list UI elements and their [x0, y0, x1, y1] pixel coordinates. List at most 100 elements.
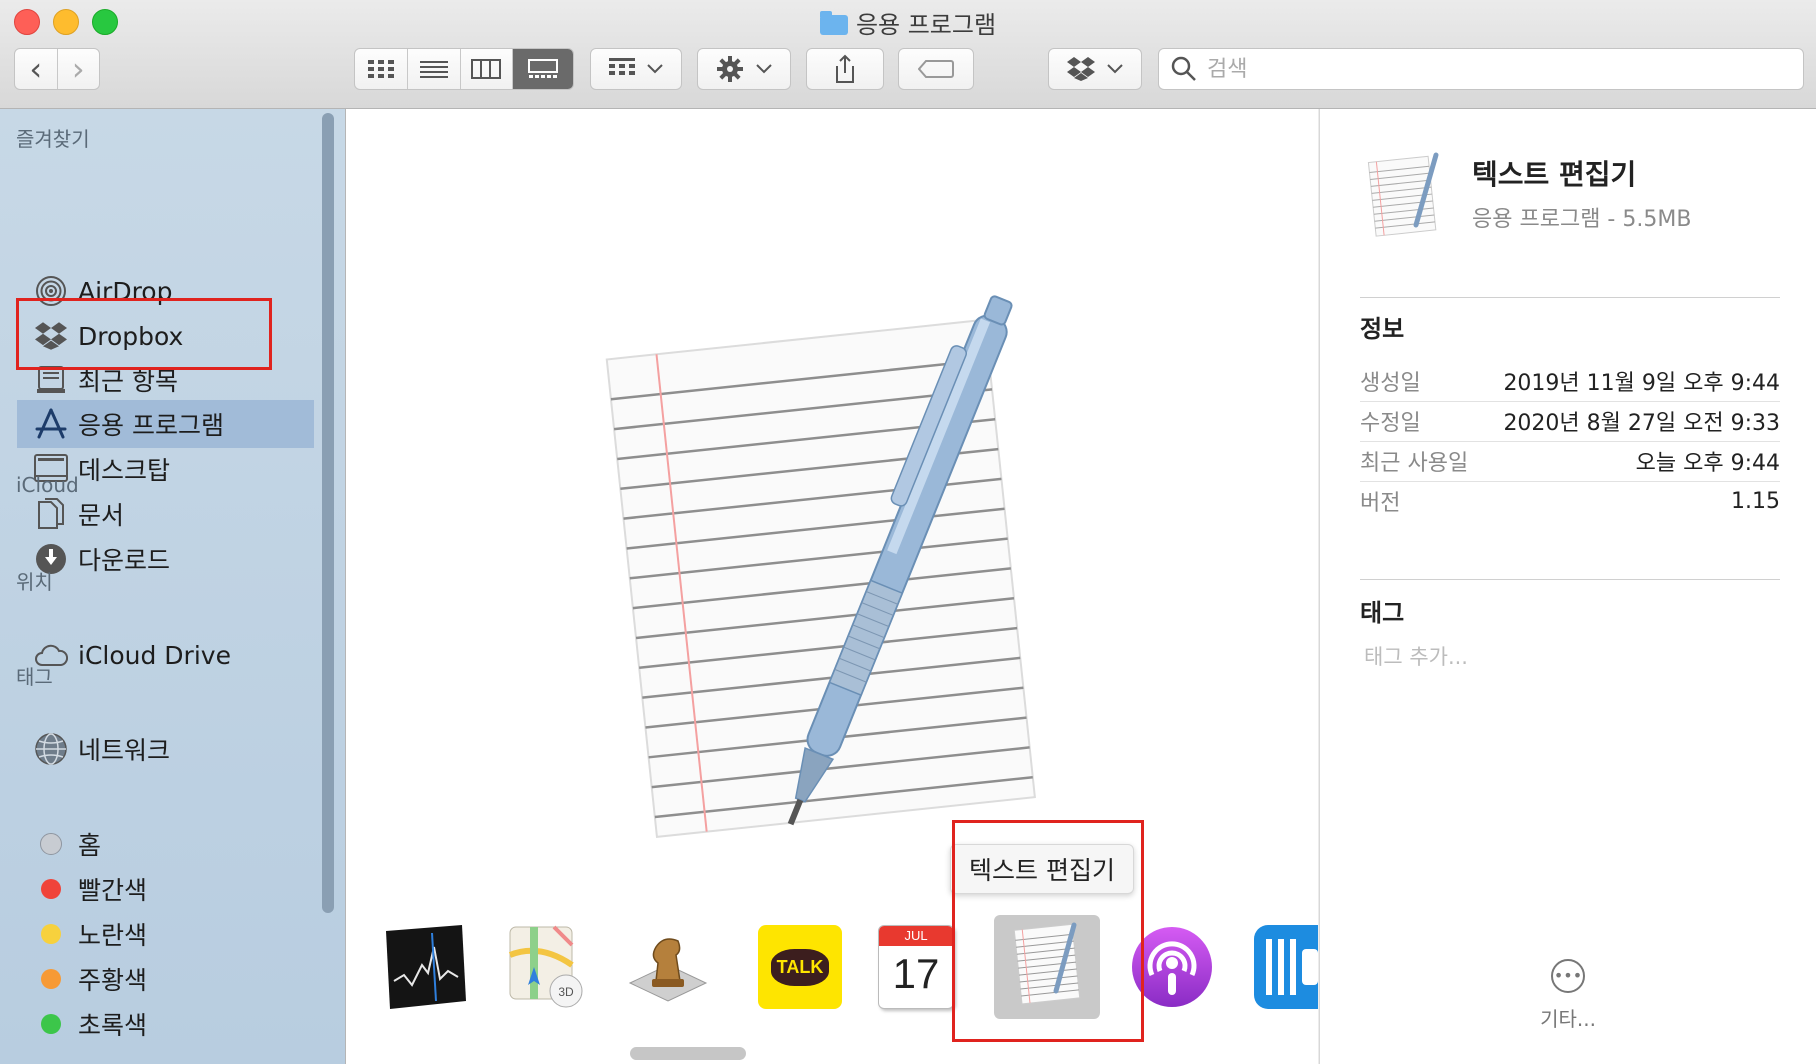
more-ellipsis-icon: ••• [1551, 959, 1585, 993]
textedit-file-icon [1367, 152, 1439, 237]
column-view-icon [471, 59, 502, 79]
info-row-version: 버전 1.15 [1360, 481, 1780, 521]
icon-view-icon [367, 60, 394, 78]
stocks-app-icon[interactable] [382, 925, 466, 1009]
view-mode-segment [354, 48, 574, 90]
inspector-panel: 텍스트 편집기 응용 프로그램 - 5.5MB 정보 생성일 2019년 11월… [1319, 109, 1816, 1064]
inspector-tags-heading: 태그 [1360, 599, 1405, 627]
sidebar-item-label: 문서 [78, 501, 125, 530]
gallery-view: 텍스트 편집기 3D TALK JUL 17 [346, 109, 1318, 1064]
calendar-month: JUL [879, 926, 953, 946]
kakaotalk-label: TALK [770, 948, 830, 986]
more-button[interactable]: ••• 기타... [1536, 959, 1600, 1032]
share-button[interactable] [806, 48, 884, 90]
gear-icon [717, 56, 743, 82]
window-title-text: 응용 프로그램 [855, 11, 997, 39]
forward-arrow-icon: › [71, 50, 85, 88]
calendar-day: 17 [892, 950, 940, 997]
calendar-app-icon[interactable]: JUL 17 [878, 925, 954, 1009]
sidebar-tag-red[interactable]: 빨간색 [0, 865, 314, 913]
inspector-kind-size: 응용 프로그램 - 5.5MB [1472, 207, 1692, 232]
info-key: 생성일 [1360, 371, 1421, 396]
add-tags-field[interactable]: 태그 추가... [1364, 641, 1468, 671]
list-view-icon [419, 61, 448, 78]
tag-color-dot-icon [34, 827, 68, 861]
chevron-down-icon [756, 64, 772, 74]
app-stripes-icon [1266, 939, 1318, 995]
dropbox-icon [1067, 57, 1095, 81]
group-icon [609, 58, 635, 75]
dropbox-menu-button[interactable] [1048, 48, 1142, 90]
chevron-down-icon [1107, 64, 1123, 74]
inspector-file-name: 텍스트 편집기 [1472, 158, 1637, 191]
sidebar-item-label: 빨간색 [78, 876, 148, 905]
info-row-modified: 수정일 2020년 8월 27일 오전 9:33 [1360, 401, 1780, 442]
info-value: 2020년 8월 27일 오전 9:33 [1503, 411, 1780, 436]
sidebar-item-label: 네트워크 [78, 736, 171, 765]
info-value: 오늘 오후 9:44 [1635, 451, 1780, 476]
sidebar-tag-yellow[interactable]: 노란색 [0, 910, 314, 958]
search-icon [1171, 56, 1196, 81]
inspector-info-heading: 정보 [1360, 315, 1405, 343]
info-row-last-opened: 최근 사용일 오늘 오후 9:44 [1360, 441, 1780, 482]
sidebar-item-label: 데스크탑 [78, 456, 171, 485]
sidebar-item-label: 다운로드 [78, 546, 171, 575]
maps-app-icon[interactable]: 3D [504, 925, 588, 1009]
sidebar-item-label: 응용 프로그램 [78, 411, 224, 440]
sidebar-tag-orange[interactable]: 주황색 [0, 955, 314, 1003]
info-value: 1.15 [1731, 488, 1780, 514]
gallery-view-icon [528, 59, 559, 78]
sidebar-section-tags: 태그 [16, 665, 53, 689]
chess-app-icon[interactable] [626, 925, 710, 1009]
sidebar-tag-home[interactable]: 홈 [0, 820, 314, 868]
tag-color-dot-icon [34, 962, 68, 996]
search-field[interactable] [1158, 48, 1804, 90]
chevron-down-icon [647, 64, 663, 74]
info-value: 2019년 11월 9일 오후 9:44 [1503, 371, 1780, 396]
highlight-box-applications [16, 298, 272, 370]
partial-blue-app-icon[interactable] [1254, 925, 1318, 1009]
search-input[interactable] [1205, 55, 1769, 83]
sidebar-item-network[interactable]: 네트워크 [0, 725, 314, 773]
share-icon [836, 54, 854, 83]
navigation-segment: ‹ › [14, 48, 100, 90]
group-by-button[interactable] [590, 48, 682, 90]
window-title: 응용 프로그램 [0, 5, 1816, 40]
info-row-created: 생성일 2019년 11월 9일 오후 9:44 [1360, 361, 1780, 402]
sidebar-scrollbar[interactable] [322, 113, 334, 913]
column-view-button[interactable] [461, 49, 514, 89]
tag-color-dot-icon [34, 1007, 68, 1041]
toolbar: 응용 프로그램 ‹ › [0, 0, 1816, 109]
more-label: 기타... [1540, 1007, 1596, 1031]
action-menu-button[interactable] [697, 48, 791, 90]
folder-icon [819, 11, 848, 35]
sidebar-section-locations: 위치 [16, 570, 53, 594]
network-icon [34, 732, 68, 766]
tag-color-dot-icon [34, 872, 68, 906]
sidebar-section-favorites: 즐겨찾기 [16, 127, 90, 151]
edit-tags-button[interactable] [898, 48, 974, 90]
gallery-horizontal-scrollbar[interactable] [630, 1047, 746, 1060]
info-key: 수정일 [1360, 411, 1421, 436]
inspector-divider [1360, 297, 1780, 298]
documents-icon [34, 497, 68, 531]
sidebar-item-label: 홈 [78, 831, 102, 860]
kakaotalk-app-icon[interactable]: TALK [758, 925, 842, 1009]
sidebar-tag-green[interactable]: 초록색 [0, 1000, 314, 1048]
tag-color-dot-icon [34, 917, 68, 951]
sidebar-item-documents[interactable]: 문서 [0, 490, 314, 538]
sidebar: 즐겨찾기 AirDrop Dropbox 최근 항목 응용 프로그램 데스크탑 … [0, 109, 346, 1064]
applications-icon [34, 407, 68, 441]
sidebar-section-icloud: iCloud [16, 473, 79, 497]
icon-view-button[interactable] [355, 49, 408, 89]
sidebar-item-label: 초록색 [78, 1011, 148, 1040]
finder-window: 응용 프로그램 ‹ › 검색 즐겨찾기 AirDrop Dropbox 최근 항… [0, 0, 1816, 1064]
sidebar-item-label: iCloud Drive [78, 640, 231, 670]
info-key: 버전 [1360, 491, 1401, 516]
back-button[interactable]: ‹ [15, 49, 58, 89]
maps-3d-label: 3D [558, 985, 574, 999]
gallery-view-button[interactable] [513, 49, 573, 89]
list-view-button[interactable] [408, 49, 461, 89]
sidebar-item-applications[interactable]: 응용 프로그램 [17, 400, 314, 448]
forward-button[interactable]: › [58, 49, 100, 89]
